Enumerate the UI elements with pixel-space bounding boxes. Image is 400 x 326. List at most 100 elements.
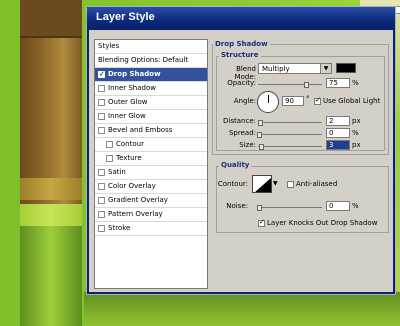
spread-slider-handle[interactable] bbox=[257, 132, 262, 138]
knockout-label: Layer Knocks Out Drop Shadow bbox=[267, 219, 378, 227]
distance-slider-handle[interactable] bbox=[258, 120, 263, 126]
chevron-down-icon[interactable]: ▼ bbox=[273, 180, 278, 187]
contour-label: Contour: bbox=[217, 180, 248, 188]
spread-label: Spread: bbox=[228, 129, 256, 137]
drop-shadow-title: Drop Shadow bbox=[213, 40, 270, 48]
list-item-blending-options[interactable]: Blending Options: Default bbox=[95, 54, 207, 68]
noise-value: 0 bbox=[329, 202, 334, 210]
spread-input[interactable]: 0 bbox=[326, 128, 350, 138]
contour-preview[interactable] bbox=[252, 175, 272, 193]
drop-shadow-checkbox[interactable] bbox=[98, 68, 105, 81]
satin-checkbox[interactable] bbox=[98, 169, 105, 176]
list-item-color-overlay[interactable]: Color Overlay bbox=[95, 180, 207, 194]
noise-label: Noise: bbox=[226, 202, 248, 210]
list-item-label: Inner Shadow bbox=[108, 84, 156, 92]
window-title: Layer Style bbox=[96, 11, 155, 23]
angle-dial[interactable] bbox=[257, 91, 279, 113]
list-item-pattern-overlay[interactable]: Pattern Overlay bbox=[95, 208, 207, 222]
size-input[interactable]: 3 bbox=[326, 140, 350, 150]
opacity-label: Opacity: bbox=[227, 79, 256, 87]
texture-checkbox[interactable] bbox=[106, 155, 113, 162]
list-item-label: Inner Glow bbox=[108, 112, 146, 120]
list-item-label: Texture bbox=[116, 154, 142, 162]
list-item-label: Contour bbox=[116, 140, 144, 148]
blend-mode-value: Multiply bbox=[262, 65, 290, 73]
list-item-outer-glow[interactable]: Outer Glow bbox=[95, 96, 207, 110]
stroke-checkbox[interactable] bbox=[98, 225, 105, 232]
list-item-label: Stroke bbox=[108, 224, 131, 232]
size-slider-handle[interactable] bbox=[259, 144, 264, 150]
list-item-label: Drop Shadow bbox=[108, 70, 161, 78]
dialog-client: Styles Blending Options: Default Drop Sh… bbox=[89, 30, 393, 292]
noise-slider-handle[interactable] bbox=[257, 205, 262, 211]
list-item-gradient-overlay[interactable]: Gradient Overlay bbox=[95, 194, 207, 208]
noise-slider[interactable] bbox=[258, 207, 322, 208]
anti-aliased-label: Anti-aliased bbox=[296, 180, 338, 188]
pattern-overlay-checkbox[interactable] bbox=[98, 211, 105, 218]
distance-value: 2 bbox=[329, 117, 334, 125]
opacity-input[interactable]: 75 bbox=[326, 78, 350, 88]
spread-unit: % bbox=[352, 129, 359, 137]
size-slider[interactable] bbox=[258, 146, 322, 147]
distance-unit: px bbox=[352, 117, 361, 125]
shadow-color-swatch[interactable] bbox=[336, 63, 356, 73]
opacity-slider[interactable] bbox=[258, 84, 322, 85]
outer-glow-checkbox[interactable] bbox=[98, 99, 105, 106]
distance-label: Distance: bbox=[223, 117, 256, 125]
list-item-satin[interactable]: Satin bbox=[95, 166, 207, 180]
opacity-value: 75 bbox=[329, 79, 338, 87]
angle-input[interactable]: 90 bbox=[282, 96, 304, 106]
gradient-overlay-checkbox[interactable] bbox=[98, 197, 105, 204]
bevel-emboss-checkbox[interactable] bbox=[98, 127, 105, 134]
size-unit: px bbox=[352, 141, 361, 149]
list-item-label: Blending Options: Default bbox=[98, 56, 189, 64]
styles-header-label: Styles bbox=[98, 42, 120, 50]
list-item-contour[interactable]: Contour bbox=[95, 138, 207, 152]
inner-shadow-checkbox[interactable] bbox=[98, 85, 105, 92]
chevron-down-icon: ▼ bbox=[320, 64, 331, 73]
background-trunk-cap bbox=[20, 0, 82, 38]
opacity-unit: % bbox=[352, 79, 359, 87]
knockout-checkbox[interactable] bbox=[258, 218, 265, 227]
blend-mode-select[interactable]: Multiply ▼ bbox=[258, 63, 332, 74]
layer-style-dialog: Layer Style Styles Blending Options: Def… bbox=[87, 7, 395, 294]
title-bar[interactable]: Layer Style bbox=[87, 7, 395, 30]
spread-value: 0 bbox=[329, 129, 334, 137]
list-item-label: Color Overlay bbox=[108, 182, 156, 190]
list-item-drop-shadow[interactable]: Drop Shadow bbox=[95, 68, 207, 82]
use-global-light-checkbox[interactable] bbox=[314, 96, 321, 105]
structure-title: Structure bbox=[219, 51, 261, 59]
use-global-light-label: Use Global Light bbox=[323, 97, 381, 105]
list-item-label: Satin bbox=[108, 168, 126, 176]
background-lower bbox=[20, 226, 82, 326]
noise-input[interactable]: 0 bbox=[326, 201, 350, 211]
list-item-label: Outer Glow bbox=[108, 98, 148, 106]
list-item-label: Bevel and Emboss bbox=[108, 126, 173, 134]
inner-glow-checkbox[interactable] bbox=[98, 113, 105, 120]
spread-slider[interactable] bbox=[258, 134, 322, 135]
list-item-texture[interactable]: Texture bbox=[95, 152, 207, 166]
list-item-inner-shadow[interactable]: Inner Shadow bbox=[95, 82, 207, 96]
list-item-bevel-emboss[interactable]: Bevel and Emboss bbox=[95, 124, 207, 138]
background-bottom bbox=[84, 292, 400, 326]
distance-slider[interactable] bbox=[258, 122, 322, 123]
list-item-label: Gradient Overlay bbox=[108, 196, 168, 204]
contour-checkbox[interactable] bbox=[106, 141, 113, 148]
background-band bbox=[20, 178, 82, 200]
background-band bbox=[20, 204, 82, 226]
angle-unit: ° bbox=[306, 95, 310, 103]
list-item-stroke[interactable]: Stroke bbox=[95, 222, 207, 236]
list-item-label: Pattern Overlay bbox=[108, 210, 163, 218]
styles-list: Styles Blending Options: Default Drop Sh… bbox=[94, 39, 208, 289]
noise-unit: % bbox=[352, 202, 359, 210]
distance-input[interactable]: 2 bbox=[326, 116, 350, 126]
size-label: Size: bbox=[239, 141, 256, 149]
list-item-inner-glow[interactable]: Inner Glow bbox=[95, 110, 207, 124]
opacity-slider-handle[interactable] bbox=[304, 82, 309, 88]
angle-label: Angle: bbox=[233, 97, 256, 105]
angle-value: 90 bbox=[285, 97, 294, 105]
styles-header[interactable]: Styles bbox=[95, 40, 207, 54]
color-overlay-checkbox[interactable] bbox=[98, 183, 105, 190]
size-value: 3 bbox=[329, 141, 334, 149]
anti-aliased-checkbox[interactable] bbox=[287, 181, 294, 188]
